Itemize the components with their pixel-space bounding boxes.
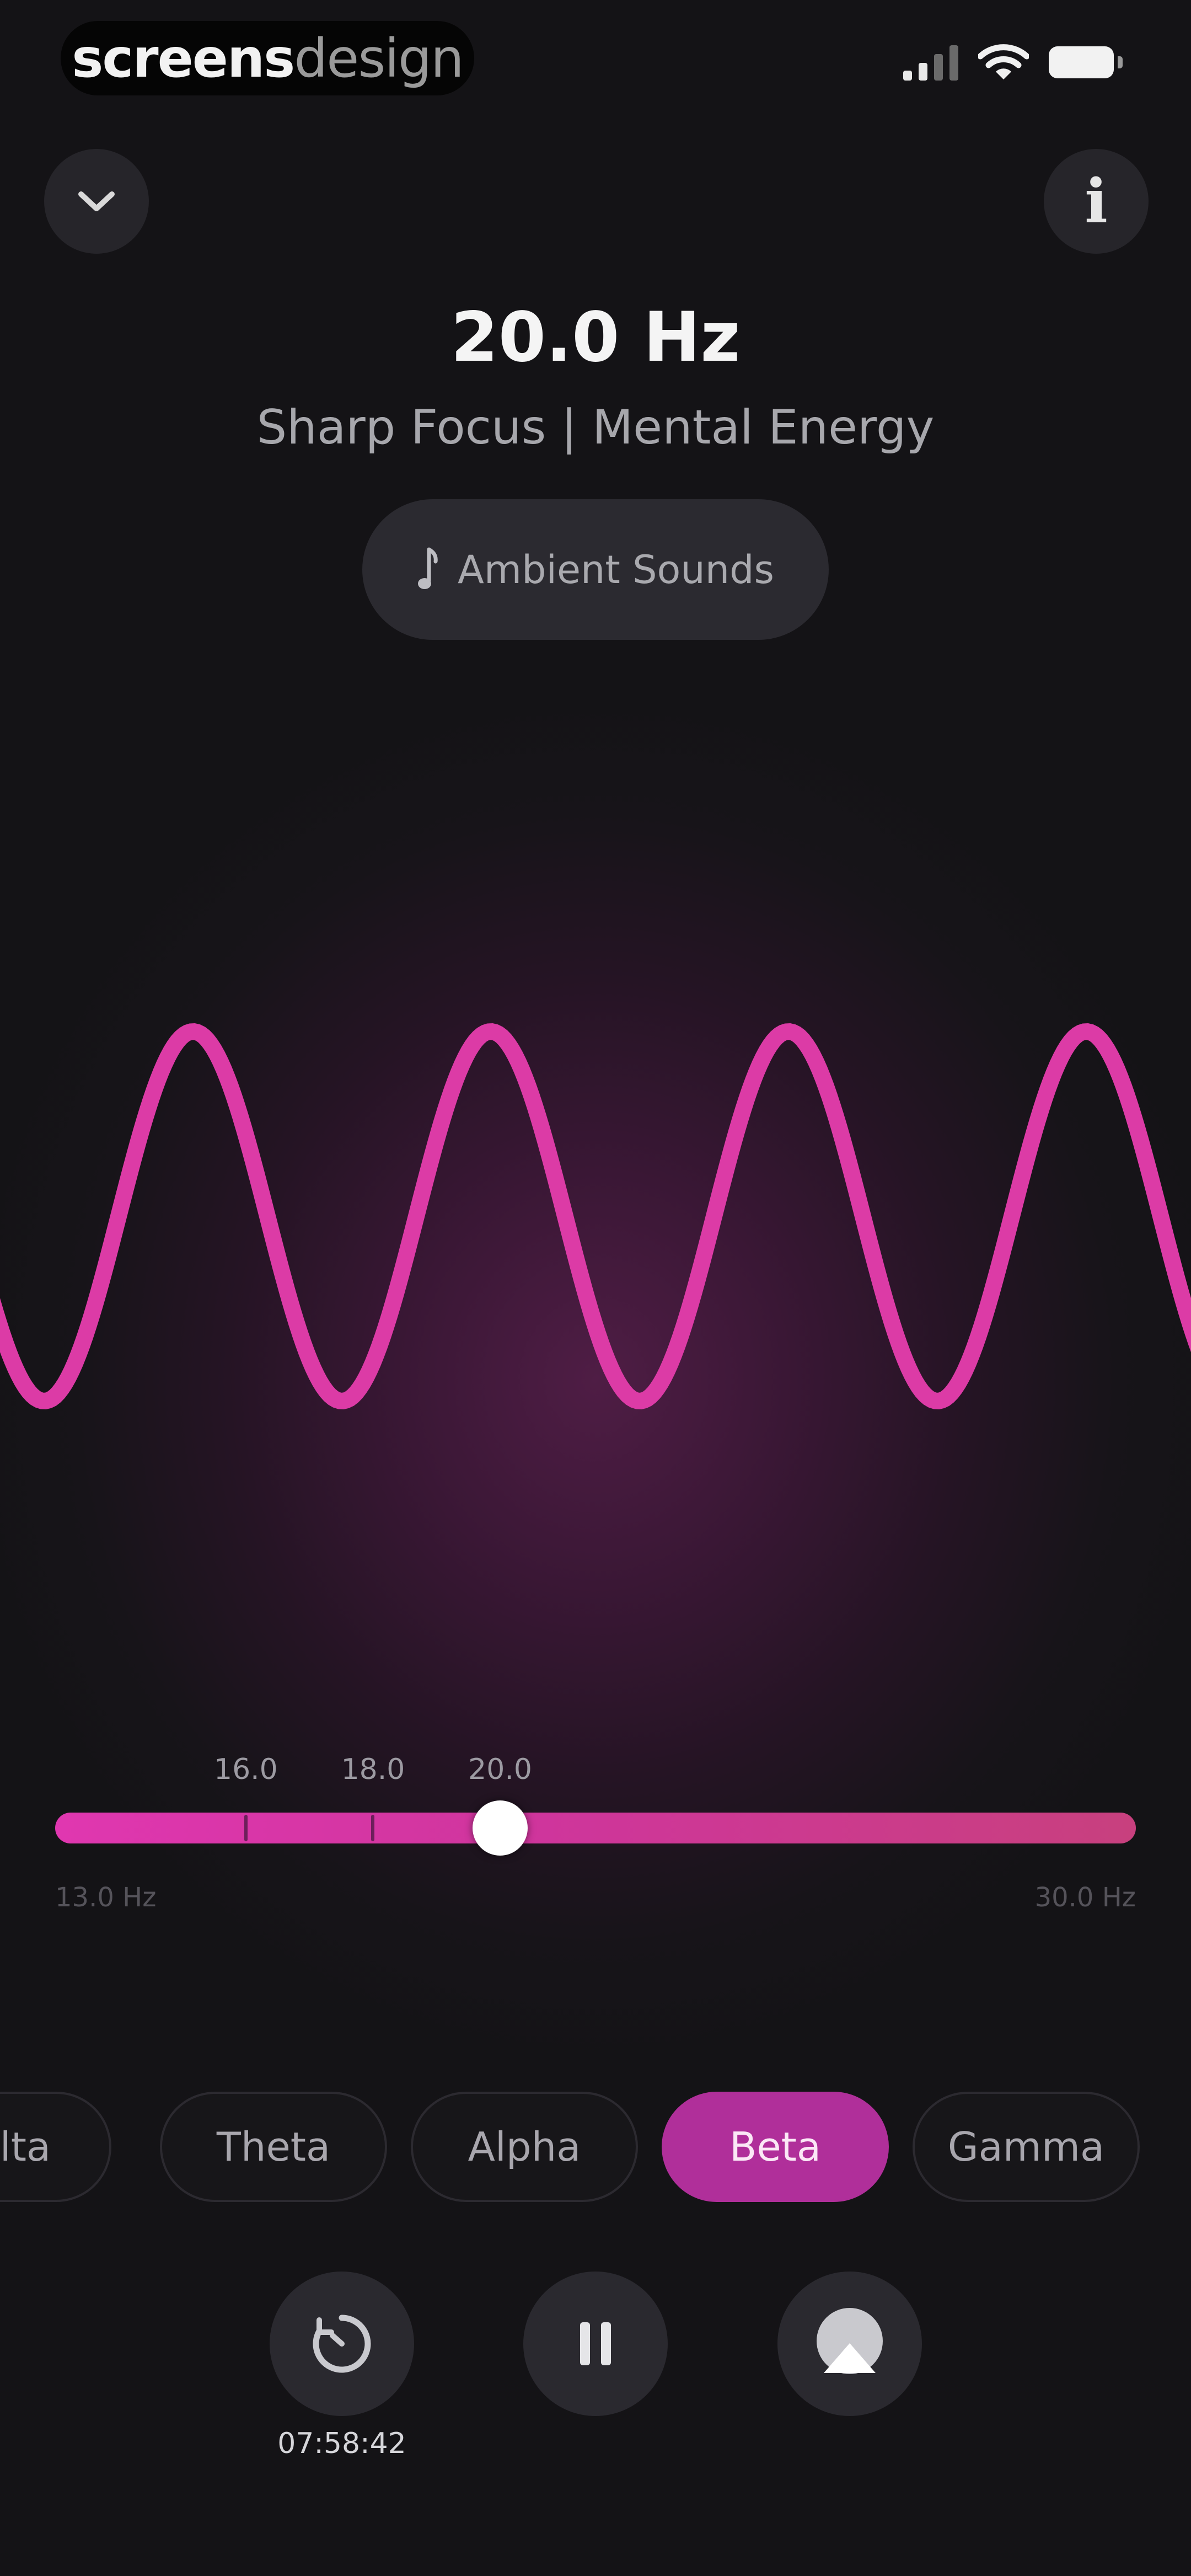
wifi-icon bbox=[978, 44, 1029, 79]
slider-tick-mark bbox=[371, 1815, 375, 1841]
slider-tick-label: 20.0 bbox=[468, 1753, 532, 1786]
brainwave-band-selector: Delta Theta Alpha Beta Gamma bbox=[0, 2092, 1191, 2202]
slider-tick-mark bbox=[244, 1815, 248, 1841]
timer-icon bbox=[313, 2315, 371, 2373]
band-chip-alpha[interactable]: Alpha bbox=[411, 2092, 638, 2202]
band-chip-label: Delta bbox=[0, 2124, 51, 2170]
player-screen: screens design i 20.0 Hz Sharp Focus | Me… bbox=[0, 0, 1191, 2576]
frequency-slider-thumb[interactable] bbox=[473, 1800, 528, 1856]
pause-icon bbox=[580, 2322, 611, 2365]
airplay-icon bbox=[817, 2308, 883, 2374]
ambient-sounds-label: Ambient Sounds bbox=[458, 547, 774, 592]
brand-watermark: screens design bbox=[61, 21, 474, 95]
status-icons bbox=[903, 43, 1123, 82]
info-button[interactable]: i bbox=[1044, 149, 1149, 254]
band-chip-label: Gamma bbox=[947, 2124, 1105, 2170]
band-chip-theta[interactable]: Theta bbox=[160, 2092, 387, 2202]
timer-button[interactable] bbox=[270, 2272, 414, 2416]
pause-button[interactable] bbox=[523, 2272, 668, 2416]
brand-text-light: design bbox=[294, 27, 464, 89]
band-chip-gamma[interactable]: Gamma bbox=[913, 2092, 1140, 2202]
frequency-slider-track[interactable] bbox=[55, 1813, 1136, 1843]
slider-tick-label: 18.0 bbox=[341, 1753, 405, 1786]
band-chip-beta[interactable]: Beta bbox=[662, 2092, 889, 2202]
band-chip-label: Theta bbox=[216, 2124, 331, 2170]
slider-max-label: 30.0 Hz bbox=[1034, 1882, 1136, 1913]
wave-line bbox=[0, 1023, 1191, 1409]
cellular-signal-icon bbox=[903, 44, 958, 81]
timer-countdown-text: 07:58:42 bbox=[277, 2427, 406, 2460]
band-chip-label: Beta bbox=[729, 2124, 822, 2170]
frequency-description: Sharp Focus | Mental Energy bbox=[256, 400, 935, 455]
music-note-icon bbox=[418, 547, 438, 589]
info-icon: i bbox=[1085, 165, 1108, 237]
frequency-wave bbox=[0, 1023, 1191, 1409]
slider-min-label: 13.0 Hz bbox=[55, 1882, 157, 1913]
band-chip-label: Alpha bbox=[468, 2124, 581, 2170]
slider-tick-label: 16.0 bbox=[213, 1753, 278, 1786]
chevron-down-icon bbox=[78, 191, 115, 211]
airplay-button[interactable] bbox=[777, 2272, 922, 2416]
collapse-button[interactable] bbox=[44, 149, 149, 254]
frequency-title: 20.0 Hz bbox=[450, 298, 741, 377]
battery-icon bbox=[1049, 46, 1123, 78]
band-chip-delta[interactable]: Delta bbox=[0, 2092, 111, 2202]
ambient-sounds-button[interactable]: Ambient Sounds bbox=[362, 499, 829, 640]
brand-text-bold: screens bbox=[72, 27, 295, 89]
